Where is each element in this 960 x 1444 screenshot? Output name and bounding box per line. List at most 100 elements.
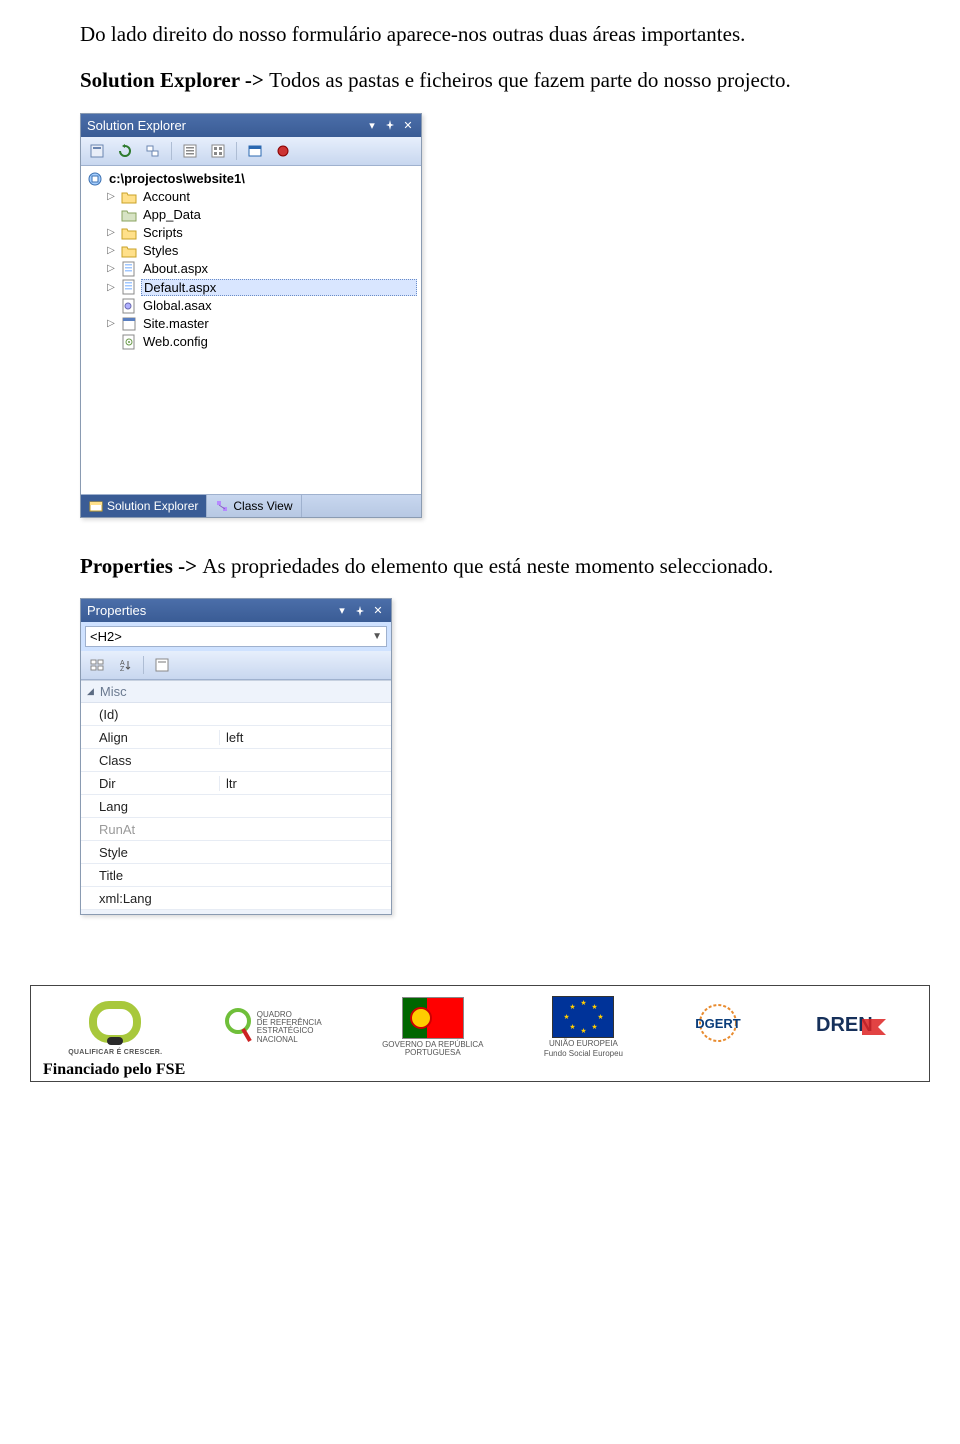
- portugal-flag-icon: [402, 997, 464, 1039]
- tree-item-sitemaster[interactable]: ▷ Site.master: [83, 315, 419, 333]
- paragraph-1: Do lado direito do nosso formulário apar…: [80, 20, 900, 48]
- properties-grid-footer: [81, 910, 391, 914]
- expander-icon[interactable]: ▷: [105, 245, 117, 256]
- tree-item-scripts[interactable]: ▷ Scripts: [83, 224, 419, 242]
- tree-item-default[interactable]: ▷ Default.aspx: [83, 278, 419, 297]
- toolbar-btn-1[interactable]: [85, 140, 109, 162]
- solution-explorer-tabs: Solution Explorer Class View: [81, 494, 421, 517]
- folder-icon: [121, 243, 137, 259]
- properties-group-header[interactable]: ◢ Misc: [81, 681, 391, 703]
- tree-item-global[interactable]: Global.asax: [83, 297, 419, 315]
- pin-icon[interactable]: [353, 604, 367, 618]
- ue-text-2: Fundo Social Europeu: [544, 1050, 623, 1058]
- tree-item-label: Account: [141, 189, 417, 204]
- paragraph-3-bold: Properties ->: [80, 554, 202, 578]
- view-code-icon[interactable]: [243, 140, 267, 162]
- folder-icon: [121, 189, 137, 205]
- chevron-down-icon[interactable]: ▼: [372, 631, 382, 642]
- properties-group-label: Misc: [100, 684, 127, 699]
- collapse-icon[interactable]: ◢: [87, 686, 94, 697]
- expander-icon[interactable]: ▷: [105, 282, 117, 293]
- tab-solution-explorer[interactable]: Solution Explorer: [81, 495, 207, 517]
- categorized-icon[interactable]: [85, 654, 109, 676]
- property-row-id[interactable]: (Id): [81, 703, 391, 726]
- tree-item-label: About.aspx: [141, 261, 417, 276]
- solution-explorer-titlebar: Solution Explorer ▾ ✕: [81, 114, 421, 137]
- toolbar-separator-2: [236, 142, 237, 160]
- property-name: (Id): [81, 707, 219, 722]
- property-row-dir[interactable]: Dirltr: [81, 772, 391, 795]
- logo-qualificar: QUALIFICAR É CRESCER.: [68, 999, 162, 1056]
- solution-explorer-title: Solution Explorer: [87, 118, 361, 133]
- property-value[interactable]: left: [219, 730, 391, 745]
- property-row-lang[interactable]: Lang: [81, 795, 391, 818]
- refresh-icon[interactable]: [113, 140, 137, 162]
- footer: QUALIFICAR É CRESCER. QUADRO DE REFERÊNC…: [30, 985, 930, 1082]
- tree-item-label: Styles: [141, 243, 417, 258]
- tree-root-label: c:\projectos\website1\: [107, 171, 417, 186]
- nest-icon[interactable]: [141, 140, 165, 162]
- properties-titlebar: Properties ▾ ✕: [81, 599, 391, 622]
- dren-icon: DREN: [814, 1007, 892, 1047]
- property-row-class[interactable]: Class: [81, 749, 391, 772]
- dropdown-icon[interactable]: ▾: [365, 118, 379, 132]
- property-name: Class: [81, 753, 219, 768]
- property-row-style[interactable]: Style: [81, 841, 391, 864]
- property-pages-icon[interactable]: [150, 654, 174, 676]
- tree-item-about[interactable]: ▷ About.aspx: [83, 260, 419, 278]
- view-designer-icon[interactable]: [271, 140, 295, 162]
- toolbar-separator: [143, 656, 144, 674]
- property-row-runat[interactable]: RunAt: [81, 818, 391, 841]
- paragraph-2-rest: Todos as pastas e ficheiros que fazem pa…: [269, 68, 791, 92]
- config-icon: [121, 334, 137, 350]
- expander-icon[interactable]: ▷: [105, 227, 117, 238]
- tree-item-webconfig[interactable]: Web.config: [83, 333, 419, 351]
- expander-icon[interactable]: ▷: [105, 263, 117, 274]
- close-icon[interactable]: ✕: [401, 118, 415, 132]
- svg-text:Z: Z: [120, 666, 125, 672]
- show-all-icon[interactable]: [206, 140, 230, 162]
- property-name: Align: [81, 730, 219, 745]
- alphabetical-icon[interactable]: AZ: [113, 654, 137, 676]
- solution-explorer-panel: Solution Explorer ▾ ✕ c:\projectos\websi…: [80, 113, 422, 518]
- qren-text: QUADRO DE REFERÊNCIA ESTRATÉGICO NACIONA…: [257, 1011, 322, 1045]
- properties-selected-element: <H2>: [90, 629, 372, 644]
- property-row-title[interactable]: Title: [81, 864, 391, 887]
- tree-item-label: Web.config: [141, 334, 417, 349]
- tab-label: Class View: [233, 499, 292, 513]
- financed-text: Financiado pelo FSE: [43, 1061, 917, 1079]
- properties-element-selector[interactable]: <H2> ▼: [85, 626, 387, 647]
- qualificar-text: QUALIFICAR É CRESCER.: [68, 1049, 162, 1056]
- ue-text-1: UNIÃO EUROPEIA: [549, 1040, 618, 1048]
- folder-icon: [121, 225, 137, 241]
- dropdown-icon[interactable]: ▾: [335, 604, 349, 618]
- paragraph-3: Properties -> As propriedades do element…: [80, 552, 900, 580]
- property-name: Style: [81, 845, 219, 860]
- property-name: Dir: [81, 776, 219, 791]
- property-value[interactable]: ltr: [219, 776, 391, 791]
- paragraph-3-rest: As propriedades do elemento que está nes…: [202, 554, 773, 578]
- folder-special-icon: [121, 207, 137, 223]
- properties-icon[interactable]: [178, 140, 202, 162]
- close-icon[interactable]: ✕: [371, 604, 385, 618]
- property-row-align[interactable]: Alignleft: [81, 726, 391, 749]
- logo-gov-pt: GOVERNO DA REPÚBLICA PORTUGUESA: [382, 997, 483, 1058]
- tree-item-account[interactable]: ▷ Account: [83, 188, 419, 206]
- tree-item-label: App_Data: [141, 207, 417, 222]
- tree-item-appdata[interactable]: App_Data: [83, 206, 419, 224]
- property-row-xmllang[interactable]: xml:Lang: [81, 887, 391, 910]
- expander-icon[interactable]: ▷: [105, 191, 117, 202]
- solution-explorer-tree: c:\projectos\website1\ ▷ Account App_Dat…: [81, 166, 421, 494]
- expander-icon[interactable]: ▷: [105, 318, 117, 329]
- footer-logos: QUALIFICAR É CRESCER. QUADRO DE REFERÊNC…: [43, 996, 917, 1059]
- tree-item-styles[interactable]: ▷ Styles: [83, 242, 419, 260]
- tree-root[interactable]: c:\projectos\website1\: [83, 170, 419, 188]
- gov-text: GOVERNO DA REPÚBLICA PORTUGUESA: [382, 1041, 483, 1058]
- logo-dgert: DGERT: [683, 1003, 753, 1051]
- solution-explorer-toolbar: [81, 137, 421, 166]
- properties-panel: Properties ▾ ✕ <H2> ▼ AZ ◢ Misc (Id) Ali…: [80, 598, 392, 915]
- pin-icon[interactable]: [383, 118, 397, 132]
- tab-class-view[interactable]: Class View: [207, 495, 301, 517]
- paragraph-2-bold: Solution Explorer ->: [80, 68, 269, 92]
- property-name: xml:Lang: [81, 891, 219, 906]
